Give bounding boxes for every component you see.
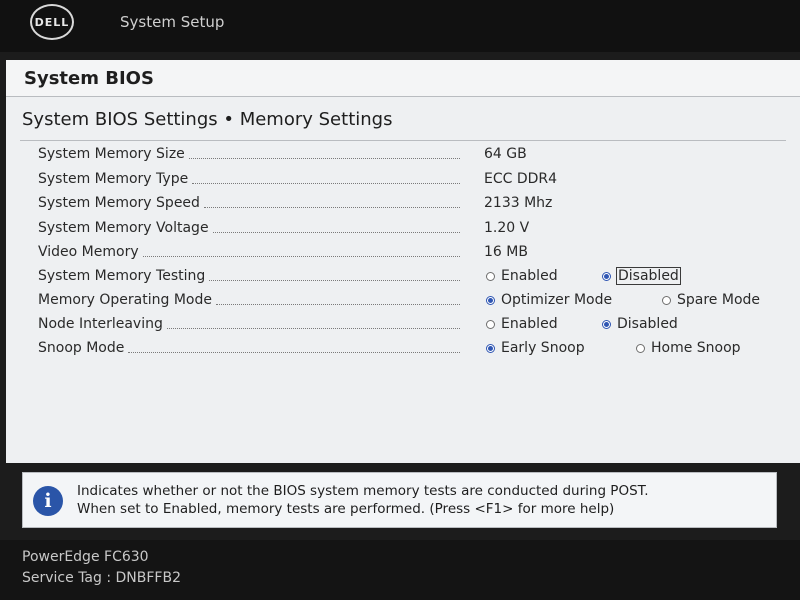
leader-dots bbox=[192, 175, 460, 184]
radio-icon bbox=[636, 343, 645, 353]
memory-testing-enabled-radio[interactable]: Enabled bbox=[486, 268, 558, 284]
radio-icon bbox=[486, 271, 495, 281]
setting-row-memory-voltage: System Memory Voltage 1.20 V bbox=[6, 218, 800, 240]
setting-label: Memory Operating Mode bbox=[38, 292, 212, 308]
operating-mode-optimizer-radio[interactable]: Optimizer Mode bbox=[486, 292, 612, 308]
leader-dots bbox=[128, 344, 460, 353]
setting-value: 1.20 V bbox=[484, 220, 530, 236]
setting-row-memory-testing: System Memory Testing Enabled Disabled bbox=[6, 266, 800, 288]
option-label: Enabled bbox=[501, 268, 558, 284]
help-text: Indicates whether or not the BIOS system… bbox=[77, 482, 767, 518]
leader-dots bbox=[203, 199, 460, 208]
leader-dots bbox=[166, 320, 460, 329]
setting-value: 16 MB bbox=[484, 244, 528, 260]
setting-label: System Memory Testing bbox=[38, 268, 206, 284]
setting-label: System Memory Speed bbox=[38, 195, 200, 211]
memory-testing-disabled-radio[interactable]: Disabled bbox=[602, 267, 681, 285]
setting-label: Node Interleaving bbox=[38, 316, 163, 332]
setting-row-node-interleaving: Node Interleaving Enabled Disabled bbox=[6, 314, 800, 336]
info-icon: i bbox=[33, 486, 63, 516]
snoop-mode-early-radio[interactable]: Early Snoop bbox=[486, 340, 585, 356]
model-name: PowerEdge FC630 bbox=[22, 549, 149, 565]
option-label: Optimizer Mode bbox=[501, 292, 613, 308]
setting-row-operating-mode: Memory Operating Mode Optimizer Mode Spa… bbox=[6, 290, 800, 312]
setting-value: 64 GB bbox=[484, 146, 527, 162]
setting-label: Snoop Mode bbox=[38, 340, 125, 356]
help-line-1: Indicates whether or not the BIOS system… bbox=[77, 483, 649, 499]
radio-selected-icon bbox=[602, 271, 611, 281]
node-interleaving-enabled-radio[interactable]: Enabled bbox=[486, 316, 558, 332]
leader-dots bbox=[188, 150, 460, 159]
radio-selected-icon bbox=[486, 295, 495, 305]
setting-label: System Memory Type bbox=[38, 171, 189, 187]
radio-icon bbox=[486, 319, 495, 329]
setting-value: ECC DDR4 bbox=[484, 171, 558, 187]
leader-dots bbox=[209, 272, 460, 281]
setting-row-memory-speed: System Memory Speed 2133 Mhz bbox=[6, 193, 800, 215]
setting-value: 2133 Mhz bbox=[484, 195, 553, 211]
service-tag: Service Tag : DNBFFB2 bbox=[22, 570, 181, 586]
setting-row-memory-type: System Memory Type ECC DDR4 bbox=[6, 169, 800, 191]
setting-row-snoop-mode: Snoop Mode Early Snoop Home Snoop bbox=[6, 338, 800, 360]
footer: PowerEdge FC630 Service Tag : DNBFFB2 bbox=[0, 540, 800, 600]
leader-dots bbox=[215, 296, 460, 305]
option-label: Early Snoop bbox=[501, 340, 585, 356]
section-title: System BIOS Settings • Memory Settings bbox=[22, 109, 393, 130]
setting-label: System Memory Size bbox=[38, 146, 185, 162]
leader-dots bbox=[212, 224, 460, 233]
dell-logo: DELL bbox=[30, 4, 74, 40]
app-title: System Setup bbox=[120, 13, 225, 31]
option-label: Enabled bbox=[501, 316, 558, 332]
option-label: Disabled bbox=[616, 267, 681, 285]
leader-dots bbox=[142, 248, 460, 257]
node-interleaving-disabled-radio[interactable]: Disabled bbox=[602, 316, 678, 332]
option-label: Spare Mode bbox=[677, 292, 761, 308]
section-divider bbox=[20, 140, 786, 141]
setting-row-video-memory: Video Memory 16 MB bbox=[6, 242, 800, 264]
radio-icon bbox=[662, 295, 671, 305]
help-box: i Indicates whether or not the BIOS syst… bbox=[22, 472, 777, 528]
operating-mode-spare-radio[interactable]: Spare Mode bbox=[662, 292, 760, 308]
radio-selected-icon bbox=[486, 343, 495, 353]
help-line-2: When set to Enabled, memory tests are pe… bbox=[77, 501, 615, 517]
setting-label: Video Memory bbox=[38, 244, 139, 260]
radio-selected-icon bbox=[602, 319, 611, 329]
option-label: Disabled bbox=[617, 316, 678, 332]
panel-title: System BIOS bbox=[24, 68, 154, 89]
settings-panel: System BIOS System BIOS Settings • Memor… bbox=[6, 60, 800, 463]
setting-label: System Memory Voltage bbox=[38, 220, 209, 236]
panel-header: System BIOS bbox=[6, 60, 800, 97]
setting-row-memory-size: System Memory Size 64 GB bbox=[6, 144, 800, 166]
option-label: Home Snoop bbox=[651, 340, 741, 356]
snoop-mode-home-radio[interactable]: Home Snoop bbox=[636, 340, 741, 356]
top-bar: DELL System Setup bbox=[0, 0, 800, 52]
